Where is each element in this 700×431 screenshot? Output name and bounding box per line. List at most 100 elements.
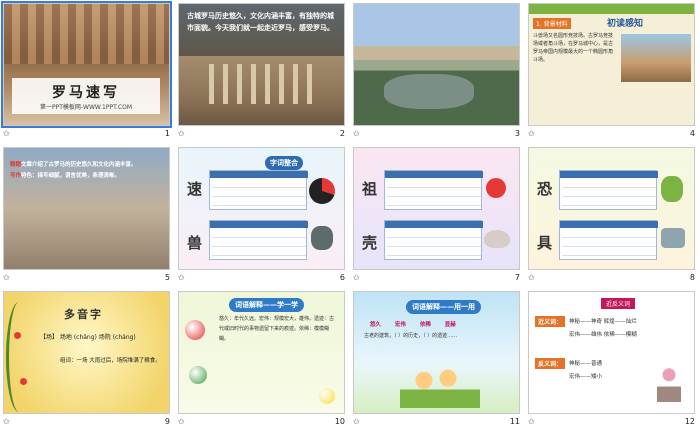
slide-1-canvas: 罗马速写 第一PPT模板网-WWW.1PPT.COM [1,1,172,128]
slide-number: 3 [514,129,520,138]
slide-5-canvas: 精题文章介绍了古罗马的历史悠久和文化内涵丰富。 写作特色：描写细腻，语言优美，条… [3,147,170,270]
slide-number: 2 [339,129,345,138]
children-illustration [400,362,480,408]
word-table [209,170,308,210]
slide-thumbnail-11[interactable]: 词语解释——用一用 悠久 宏伟 依稀 显赫 古老的建筑，（ ）的历史，（ ）的遗… [350,288,525,431]
intro-text: 古城罗马历史悠久，文化内涵丰富，有独特的城市面貌。今天我们就一起走近罗马，感受罗… [187,12,334,32]
definition-text: 悠久：年代久远。宏伟：规模宏大，雄伟。遗迹：古代或旧时代的事物遗留下来的痕迹。依… [219,316,335,342]
star-icon[interactable]: ✩ [3,273,10,282]
slide-12-canvas: 近反义词 近义词： 神秘——神奇 辉煌——灿烂 宏伟——雄伟 依稀——模糊 反义… [528,291,695,414]
summary-text: 精题文章介绍了古罗马的历史悠久和文化内涵丰富。 写作特色：描写细腻，语言优美，条… [10,160,166,182]
slide-meta: ✩ 3 [353,129,520,141]
paragraph-2: 特色：描写细腻，语言优美，条理清晰。 [21,173,121,179]
ruins-image [209,64,319,104]
star-icon[interactable]: ✩ [528,273,535,282]
word-bank: 悠久 宏伟 依稀 显赫 [370,322,456,328]
colosseum-photo [621,34,691,82]
section-header: 词语解释——用一用 [406,300,481,314]
slide-meta: ✩ 7 [353,273,520,285]
star-icon[interactable]: ✩ [353,417,360,426]
example-line: 组词：一场 大雨过后，场院堆满了粮食。 [60,358,161,364]
ball-decoration [319,388,335,404]
colosseum-image [4,4,169,64]
slide-thumbnail-9[interactable]: 多音字 【场】 场地 (chǎng) 场院 (cháng) 组词：一场 大雨过后… [0,288,175,431]
vine-decoration [6,302,32,412]
monster-image [311,226,333,250]
star-icon[interactable]: ✩ [178,417,185,426]
slide-meta: ✩ 11 [353,417,520,429]
slide-thumbnail-1[interactable]: 罗马速写 第一PPT模板网-WWW.1PPT.COM ✩ 1 [0,0,175,144]
slide-meta: ✩ 12 [528,417,695,429]
character-card: 具 [537,234,553,252]
slide-meta: ✩ 2 [178,129,345,141]
star-icon[interactable]: ✩ [528,129,535,138]
slide-thumbnail-8[interactable]: 恐 具 ✩ 8 [525,144,700,288]
slide-3-canvas [353,3,520,126]
flower-vase-image [657,368,681,402]
slide-7-canvas: 祖 壳 [353,147,520,270]
slide-6-canvas: 字词整合 速 兽 [178,147,345,270]
slide-thumbnail-3[interactable]: ✩ 3 [350,0,525,144]
slide-meta: ✩ 5 [3,273,170,285]
slide-thumbnail-5[interactable]: 精题文章介绍了古罗马的历史悠久和文化内涵丰富。 写作特色：描写细腻，语言优美，条… [0,144,175,288]
pronunciation-line: 【场】 场地 (chǎng) 场院 (cháng) [40,334,136,341]
synonym-line: 宏伟——雄伟 依稀——模糊 [569,332,637,338]
word-table [559,220,658,260]
word-table [384,170,483,210]
slide-thumbnail-12[interactable]: 近反义词 近义词： 神秘——神奇 辉煌——灿烂 宏伟——雄伟 依稀——模糊 反义… [525,288,700,431]
slide-number: 7 [514,273,520,282]
slide-11-canvas: 词语解释——用一用 悠久 宏伟 依稀 显赫 古老的建筑，（ ）的历史，（ ）的遗… [353,291,520,414]
synonym-label: 近义词： [535,316,566,327]
paragraph-1: 文章介绍了古罗马的历史悠久和文化内涵丰富。 [21,162,137,168]
slide-meta: ✩ 8 [528,273,695,285]
slide-10-canvas: 词语解释——学一学 悠久：年代久远。宏伟：规模宏大，雄伟。遗迹：古代或旧时代的事… [178,291,345,414]
slide-thumbnail-7[interactable]: 祖 壳 ✩ 7 [350,144,525,288]
slide-number: 10 [334,417,345,426]
slide-title: 罗马速写 [52,85,120,101]
section-header: 近反义词 [601,298,636,309]
section-heading: 初读感知 [607,19,644,29]
character-card: 兽 [187,234,203,252]
slide-thumbnail-4[interactable]: 1. 背景材料 初读感知 斗兽场又名圆形竞技场。古罗马竞技场或者角斗场，在罗马城… [525,0,700,144]
shell-image [484,230,510,248]
character-card: 恐 [537,180,553,198]
star-icon[interactable]: ✩ [178,129,185,138]
star-icon[interactable]: ✩ [3,129,10,138]
star-icon[interactable]: ✩ [178,273,185,282]
slide-number: 4 [689,129,695,138]
body-text: 斗兽场又名圆形竞技场。古罗马竞技场或者角斗场，在罗马城中心，是古罗马帝国内规模最… [533,33,614,63]
slide-thumbnail-6[interactable]: 字词整合 速 兽 ✩ 6 [175,144,350,288]
word-table [559,170,658,210]
slide-meta: ✩ 1 [3,129,170,141]
ball-decoration [185,320,205,340]
slide-number: 11 [509,417,520,426]
antonym-label: 反义词： [535,358,566,369]
slide-meta: ✩ 6 [178,273,345,285]
river-image [384,74,474,109]
star-icon[interactable]: ✩ [353,129,360,138]
section-bubble: 字词整合 [265,156,303,170]
star-icon[interactable]: ✩ [3,417,10,426]
star-icon[interactable]: ✩ [528,417,535,426]
fill-blank-question: 古老的建筑，（ ）的历史，（ ）的遗迹…… [364,333,458,339]
doll-image [486,178,506,198]
lead-word: 精题 [10,162,22,168]
slide-number: 1 [164,129,170,138]
berry-icon [20,378,27,385]
ball-decoration [189,366,207,384]
star-icon[interactable]: ✩ [353,273,360,282]
slide-thumbnail-2[interactable]: 古城罗马历史悠久，文化内涵丰富，有独特的城市面貌。今天我们就一起走近罗马，感受罗… [175,0,350,144]
slide-thumbnail-10[interactable]: 词语解释——学一学 悠久：年代久远。宏伟：规模宏大，雄伟。遗迹：古代或旧时代的事… [175,288,350,431]
slide-number: 8 [689,273,695,282]
section-header: 词语解释——学一学 [229,298,304,312]
word-table [209,220,308,260]
slide-number: 12 [684,417,695,426]
slide-title: 多音字 [64,308,103,321]
dinosaur-image [661,176,683,202]
slide-meta: ✩ 10 [178,417,345,429]
slide-number: 9 [164,417,170,426]
tools-image [661,228,685,248]
lead-word: 写作 [10,173,22,179]
slide-9-canvas: 多音字 【场】 场地 (chǎng) 场院 (cháng) 组词：一场 大雨过后… [3,291,170,414]
synonym-line: 神秘——神奇 辉煌——灿烂 [569,319,637,325]
